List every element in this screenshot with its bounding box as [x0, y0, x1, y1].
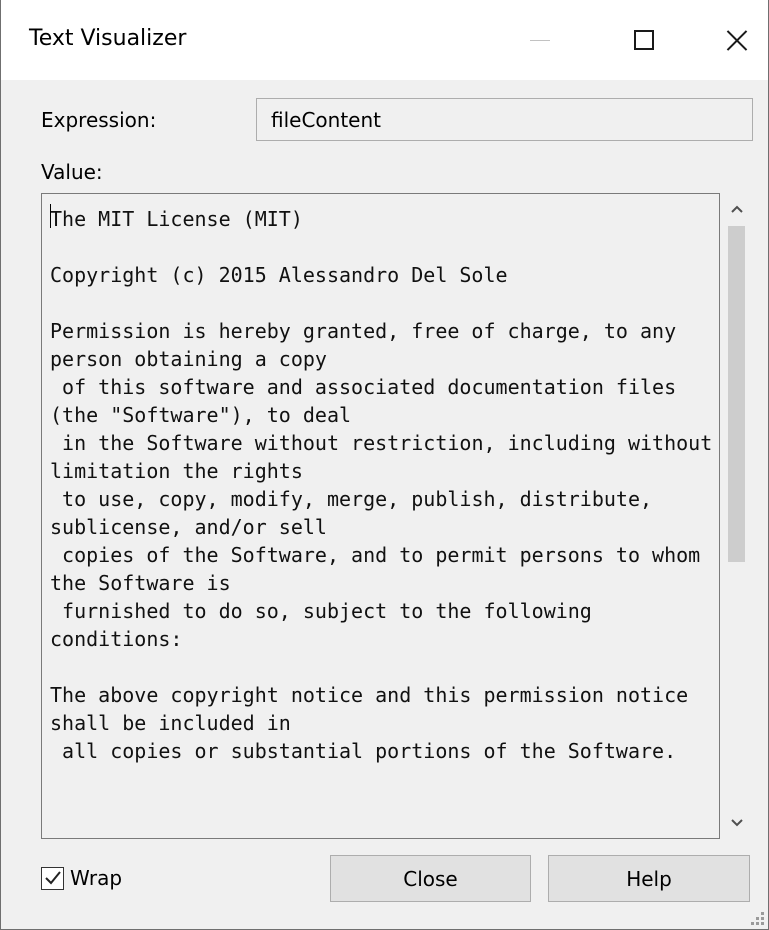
wrap-label[interactable]: Wrap — [70, 866, 122, 890]
wrap-checkbox-group[interactable]: Wrap — [41, 866, 122, 890]
value-text[interactable]: The MIT License (MIT) Copyright (c) 2015… — [42, 194, 719, 765]
close-button[interactable]: Close — [330, 855, 531, 902]
close-icon — [726, 29, 748, 51]
scroll-down-button[interactable] — [720, 807, 753, 839]
resize-grip-icon[interactable] — [746, 907, 766, 927]
vertical-scrollbar[interactable] — [720, 193, 753, 839]
value-textarea[interactable]: The MIT License (MIT) Copyright (c) 2015… — [41, 193, 720, 839]
chevron-down-icon — [730, 819, 743, 827]
text-caret — [50, 204, 51, 228]
checkmark-icon — [44, 871, 61, 885]
maximize-button[interactable] — [613, 0, 675, 80]
window-title: Text Visualizer — [29, 26, 187, 51]
expression-field[interactable]: fileContent — [256, 98, 753, 141]
value-label: Value: — [41, 160, 103, 184]
expression-label: Expression: — [41, 108, 157, 132]
title-bar[interactable]: Text Visualizer — [1, 0, 768, 80]
minimize-icon — [530, 39, 550, 41]
window-close-button[interactable] — [706, 0, 768, 80]
help-button[interactable]: Help — [548, 855, 750, 902]
wrap-checkbox[interactable] — [41, 866, 64, 890]
scrollbar-thumb[interactable] — [728, 226, 745, 562]
maximize-icon — [634, 30, 654, 50]
scroll-up-button[interactable] — [720, 193, 753, 225]
minimize-button[interactable] — [509, 0, 571, 80]
chevron-up-icon — [730, 205, 743, 213]
text-visualizer-window: Text Visualizer Expression: fileContent … — [0, 0, 769, 930]
